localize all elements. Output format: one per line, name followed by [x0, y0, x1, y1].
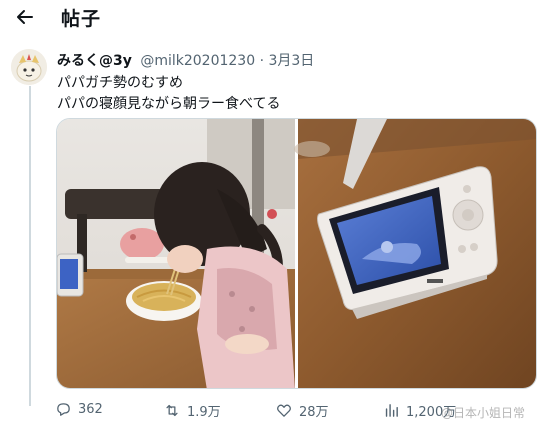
reply-count: 362 — [78, 402, 103, 417]
repost-icon — [166, 404, 178, 417]
post-text-line-1: パパガチ勢のむすめ — [57, 75, 183, 91]
like-count: 28万 — [299, 405, 329, 420]
author-name[interactable]: みるく@3y — [57, 53, 132, 69]
analytics-icon — [385, 404, 398, 417]
post-meta: みるく@3y @milk20201230 · 3月3日 — [57, 50, 314, 70]
photo-girl-eating[interactable] — [57, 119, 295, 389]
repost-count: 1.9万 — [187, 405, 221, 420]
post-date[interactable]: 3月3日 — [268, 53, 314, 69]
photo-baby-monitor[interactable] — [294, 119, 537, 389]
top-bar: 帖子 — [0, 0, 550, 34]
post-media[interactable] — [56, 118, 537, 389]
page-title: 帖子 — [61, 8, 102, 30]
reply-button[interactable]: 362 — [55, 401, 103, 418]
author-handle[interactable]: @milk20201230 — [140, 53, 255, 69]
watermark: @日本小姐日常 — [441, 406, 526, 420]
arrow-left-icon — [17, 10, 33, 24]
heart-icon — [277, 404, 291, 417]
reply-icon — [57, 403, 70, 416]
meta-separator: · — [259, 53, 265, 69]
repost-button[interactable]: 1.9万 — [163, 401, 221, 420]
avatar[interactable] — [11, 49, 47, 85]
back-button[interactable] — [10, 2, 40, 32]
avatar-image — [11, 49, 47, 85]
like-button[interactable]: 28万 — [275, 401, 329, 420]
post-text-line-2: パパの寝顔見ながら朝ラー食べてる — [57, 96, 281, 112]
thread-line — [29, 86, 31, 406]
